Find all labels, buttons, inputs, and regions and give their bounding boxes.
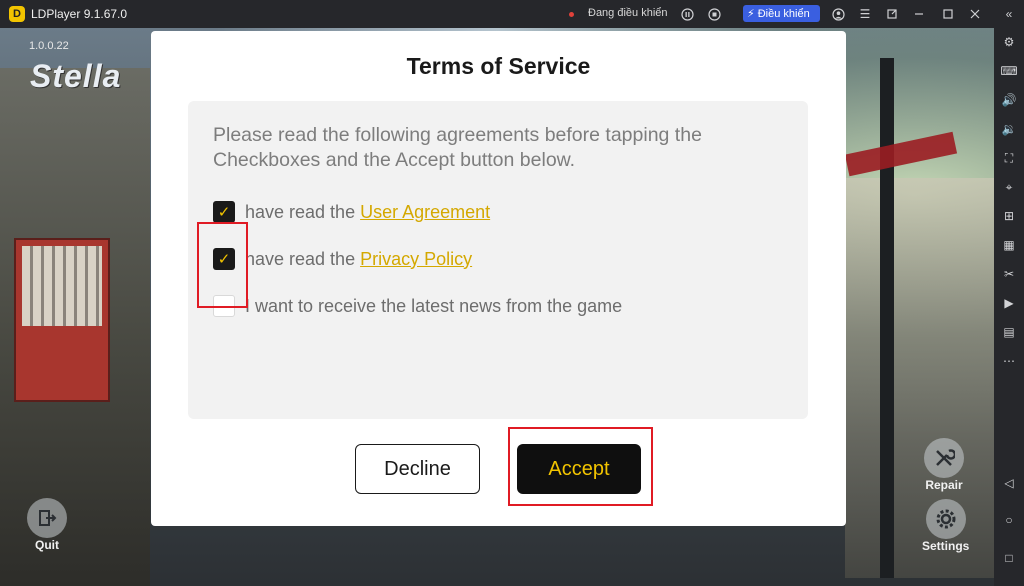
quit-button[interactable]: Quit <box>27 498 67 552</box>
decline-button[interactable]: Decline <box>355 444 480 494</box>
game-version: 1.0.0.22 <box>29 40 69 52</box>
terms-of-service-dialog: Terms of Service Please read the followi… <box>151 31 846 526</box>
settings-label: Settings <box>922 539 970 553</box>
app-title: LDPlayer 9.1.67.0 <box>31 7 128 21</box>
repair-label: Repair <box>925 478 963 492</box>
user-agreement-checkbox[interactable]: ✓ <box>213 201 235 223</box>
settings-button[interactable]: Settings <box>922 499 969 553</box>
wrench-icon <box>924 438 964 478</box>
control-button[interactable]: ⚡ Điều khiển <box>743 5 820 22</box>
accept-button[interactable]: Accept <box>517 444 641 494</box>
pause-icon[interactable] <box>679 6 695 22</box>
volume-down-icon[interactable]: 🔉 <box>1001 121 1017 137</box>
window-titlebar: D LDPlayer 9.1.67.0 Đang điều khiển ⚡ Đi… <box>0 0 1024 28</box>
recent-apps-icon[interactable]: □ <box>1001 550 1017 566</box>
control-status-text: Đang điều khiển <box>588 7 668 19</box>
menu-icon[interactable]: ☰ <box>857 6 873 22</box>
privacy-policy-check-row: ✓ have read the Privacy Policy <box>213 248 472 270</box>
close-icon[interactable] <box>967 6 983 22</box>
fullscreen-icon[interactable]: ⛶ <box>1001 150 1017 166</box>
user-agreement-prefix: have read the <box>245 201 361 222</box>
privacy-policy-prefix: have read the <box>245 248 361 269</box>
scissors-icon[interactable]: ✂ <box>1001 266 1017 282</box>
quit-label: Quit <box>35 538 59 552</box>
settings-gear-icon[interactable]: ⚙ <box>1001 34 1017 50</box>
news-opt-in-check-row: I want to receive the latest news from t… <box>213 295 622 317</box>
add-app-icon[interactable]: ⊞ <box>1001 208 1017 224</box>
multi-instance-icon[interactable]: ▦ <box>1001 237 1017 253</box>
files-icon[interactable]: ▤ <box>1001 324 1017 340</box>
repair-button[interactable]: Repair <box>924 438 964 492</box>
user-agreement-check-row: ✓ have read the User Agreement <box>213 201 490 223</box>
user-agreement-link[interactable]: User Agreement <box>360 202 490 223</box>
lightning-icon: ⚡ <box>747 8 755 20</box>
home-icon[interactable]: ○ <box>1001 512 1017 528</box>
gear-icon <box>925 499 966 539</box>
emulator-side-toolbar: ⚙ ⌨ 🔊 🔉 ⛶ ⌖ ⊞ ▦ ✂ ▶ ▤ ⋯ ◁ ○ □ <box>994 28 1024 586</box>
checkbox-highlight-box <box>197 222 248 308</box>
news-opt-in-label: I want to receive the latest news from t… <box>245 295 623 316</box>
back-icon[interactable]: ◁ <box>1001 475 1017 491</box>
location-icon[interactable]: ⌖ <box>1001 179 1017 195</box>
more-icon[interactable]: ⋯ <box>1001 353 1017 369</box>
recording-dot-icon <box>569 12 574 17</box>
maximize-icon[interactable] <box>940 6 956 22</box>
control-button-label: Điều khiển <box>757 7 810 20</box>
stop-icon[interactable] <box>706 6 722 22</box>
ldplayer-logo-icon: D <box>9 6 25 22</box>
privacy-policy-link[interactable]: Privacy Policy <box>360 249 472 270</box>
collapse-icon[interactable]: « <box>1001 6 1017 22</box>
volume-up-icon[interactable]: 🔊 <box>1001 92 1017 108</box>
record-icon[interactable]: ▶ <box>1001 295 1017 311</box>
user-icon[interactable] <box>830 6 846 22</box>
minimize-icon[interactable] <box>911 6 927 22</box>
keyboard-icon[interactable]: ⌨ <box>1000 63 1017 79</box>
game-logo: Stella <box>30 58 122 94</box>
restore-icon[interactable] <box>884 6 900 22</box>
background-vending-machine <box>14 238 110 402</box>
exit-door-icon <box>27 498 67 538</box>
dialog-title: Terms of Service <box>406 53 591 79</box>
agreements-panel: Please read the following agreements bef… <box>188 101 808 419</box>
agreements-intro-text: Please read the following agreements bef… <box>213 124 702 171</box>
